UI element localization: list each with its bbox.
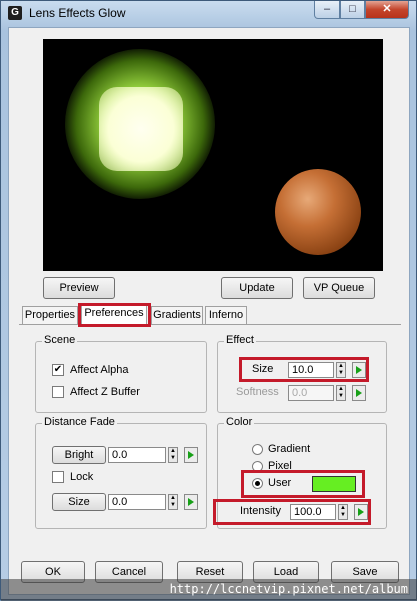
update-button[interactable]: Update (221, 277, 293, 299)
effect-softness-spinner[interactable]: ▲ ▼ (336, 385, 346, 401)
highlight-user-color (241, 470, 365, 498)
fade-size-field[interactable]: 0.0 (108, 494, 166, 510)
fade-size-button[interactable]: Size (52, 493, 106, 511)
tab-gradients[interactable]: Gradients (151, 306, 203, 324)
affect-z-buffer-label: Affect Z Buffer (70, 386, 140, 398)
scene-group: Scene ✔ Affect Alpha Affect Z Buffer (35, 334, 207, 413)
tab-strip-border (19, 324, 401, 325)
spin-up-icon[interactable]: ▲ (170, 495, 176, 501)
effect-softness-label: Softness (236, 386, 279, 398)
spin-up-icon[interactable]: ▲ (338, 386, 344, 392)
bright-spinner[interactable]: ▲ ▼ (168, 447, 178, 463)
vp-queue-button[interactable]: VP Queue (303, 277, 375, 299)
distance-fade-group: Distance Fade Bright 0.0 ▲ ▼ Lock Size 0.… (35, 416, 207, 529)
lock-label: Lock (70, 471, 94, 483)
watermark-url: http://lccnetvip.pixnet.net/album (169, 582, 408, 596)
gradient-label: Gradient (268, 443, 311, 455)
effect-softness-field[interactable]: 0.0 (288, 385, 334, 401)
bright-button[interactable]: Bright (52, 446, 106, 464)
app-icon: G (8, 6, 22, 20)
gradient-radio[interactable] (252, 444, 263, 455)
spin-down-icon[interactable]: ▼ (170, 502, 176, 508)
orange-sphere (275, 169, 361, 255)
preview-button[interactable]: Preview (43, 277, 115, 299)
color-group-label: Color (224, 416, 255, 428)
play-arrow-icon (188, 451, 194, 459)
highlight-intensity-row (213, 499, 371, 525)
effect-group-label: Effect (224, 334, 256, 346)
dialog-client-area: Preview Update VP Queue Properties Prefe… (8, 27, 410, 595)
fade-size-map-button[interactable] (184, 494, 198, 510)
bright-field[interactable]: 0.0 (108, 447, 166, 463)
play-arrow-icon (188, 498, 194, 506)
dialog-window: G Lens Effects Glow – □ ✕ Preview Update… (0, 0, 417, 601)
effect-softness-map-button[interactable] (352, 385, 366, 401)
watermark-bar: http://lccnetvip.pixnet.net/album (1, 579, 417, 601)
highlight-size-row (239, 357, 369, 382)
scene-group-label: Scene (42, 334, 78, 346)
distance-fade-group-label: Distance Fade (42, 416, 117, 428)
affect-z-buffer-checkbox[interactable] (52, 386, 64, 398)
preview-render (43, 39, 383, 271)
bright-map-button[interactable] (184, 447, 198, 463)
title-bar[interactable]: G Lens Effects Glow – □ ✕ (1, 1, 416, 25)
tab-properties[interactable]: Properties (22, 306, 78, 324)
close-button[interactable]: ✕ (365, 1, 409, 19)
fade-size-spinner[interactable]: ▲ ▼ (168, 494, 178, 510)
spin-up-icon[interactable]: ▲ (170, 448, 176, 454)
glowing-cube (99, 87, 183, 171)
window-title: Lens Effects Glow (29, 6, 126, 20)
minimize-button[interactable]: – (314, 1, 340, 19)
highlight-preferences-tab (78, 303, 151, 327)
spin-down-icon[interactable]: ▼ (338, 393, 344, 399)
maximize-button[interactable]: □ (340, 1, 365, 19)
play-arrow-icon (356, 389, 362, 397)
affect-alpha-checkbox[interactable]: ✔ (52, 364, 64, 376)
spin-down-icon[interactable]: ▼ (170, 455, 176, 461)
lock-checkbox[interactable] (52, 471, 64, 483)
affect-alpha-label: Affect Alpha (70, 364, 129, 376)
tab-inferno[interactable]: Inferno (205, 306, 247, 324)
